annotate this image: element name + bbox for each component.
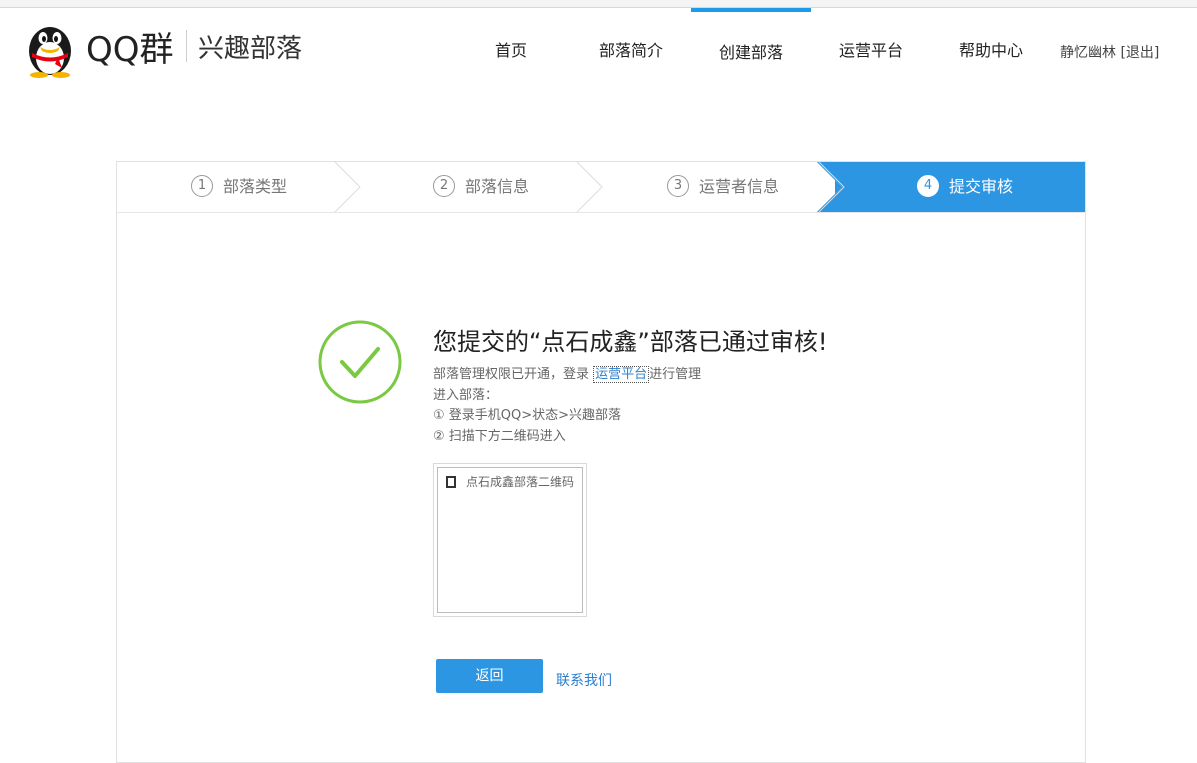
step-4-number: 4 [917,174,939,197]
step-3-number: 3 [667,174,689,197]
nav-help-center[interactable]: 帮助中心 [931,8,1051,88]
qq-penguin-logo-icon[interactable] [24,18,76,78]
step-progress: 1 部落类型 2 部落信息 3 运营者信息 4 提交审核 [117,162,1085,213]
info-line-1-prefix: 部落管理权限已开通，登录 [433,367,590,382]
nav-create-tribe[interactable]: 创建部落 [691,8,811,88]
contact-us-link[interactable]: 联系我们 [556,670,612,690]
info-line-2: 进入部落： [433,387,499,403]
step-2-number: 2 [433,174,455,197]
qr-image-frame: 点石成鑫部落二维码 [437,467,583,613]
user-info: 静忆幽林 [退出] [1060,42,1159,62]
step-2-label: 部落信息 [465,177,530,196]
success-title: 您提交的“点石成鑫”部落已通过审核! [433,328,828,356]
step-3: 3 运营者信息 [667,162,779,212]
user-name[interactable]: 静忆幽林 [1060,45,1116,61]
brand-divider [186,30,187,62]
nav-tribe-intro[interactable]: 部落简介 [571,8,691,88]
step-3-label: 运营者信息 [699,177,780,196]
success-check-icon [318,320,402,404]
nav-home[interactable]: 首页 [451,8,571,88]
nav-operation-platform[interactable]: 运营平台 [811,8,931,88]
site-header: QQ群 兴趣部落 首页 部落简介 创建部落 运营平台 帮助中心 静忆幽林 [退出… [0,8,1197,88]
info-line-3: ① 登录手机QQ>状态>兴趣部落 [433,408,622,423]
broken-image-icon [446,476,456,488]
top-border [0,0,1197,8]
info-line-1-suffix: 进行管理 [649,367,702,382]
info-line-1: 部落管理权限已开通，登录 运营平台 进行管理 [433,365,701,386]
step-1-label: 部落类型 [223,177,288,196]
qr-alt-text: 点石成鑫部落二维码 [466,475,575,489]
step-2: 2 部落信息 [433,162,529,212]
step-1-number: 1 [191,174,213,197]
step-4-label: 提交审核 [949,177,1014,196]
back-button[interactable]: 返回 [436,659,543,693]
brand-interest-tribe[interactable]: 兴趣部落 [198,28,302,65]
info-line-4: ② 扫描下方二维码进入 [433,428,566,444]
brand-qq-group[interactable]: QQ群 [86,22,174,71]
operation-platform-link[interactable]: 运营平台 [593,366,650,383]
step-1: 1 部落类型 [191,162,287,212]
tribe-qr-code: 点石成鑫部落二维码 [433,463,587,617]
success-info: 部落管理权限已开通，登录 运营平台 进行管理 进入部落： ① 登录手机QQ>状态>… [433,365,701,447]
logout-link[interactable]: [退出] [1120,45,1159,61]
step-4: 4 提交审核 [917,162,1013,212]
